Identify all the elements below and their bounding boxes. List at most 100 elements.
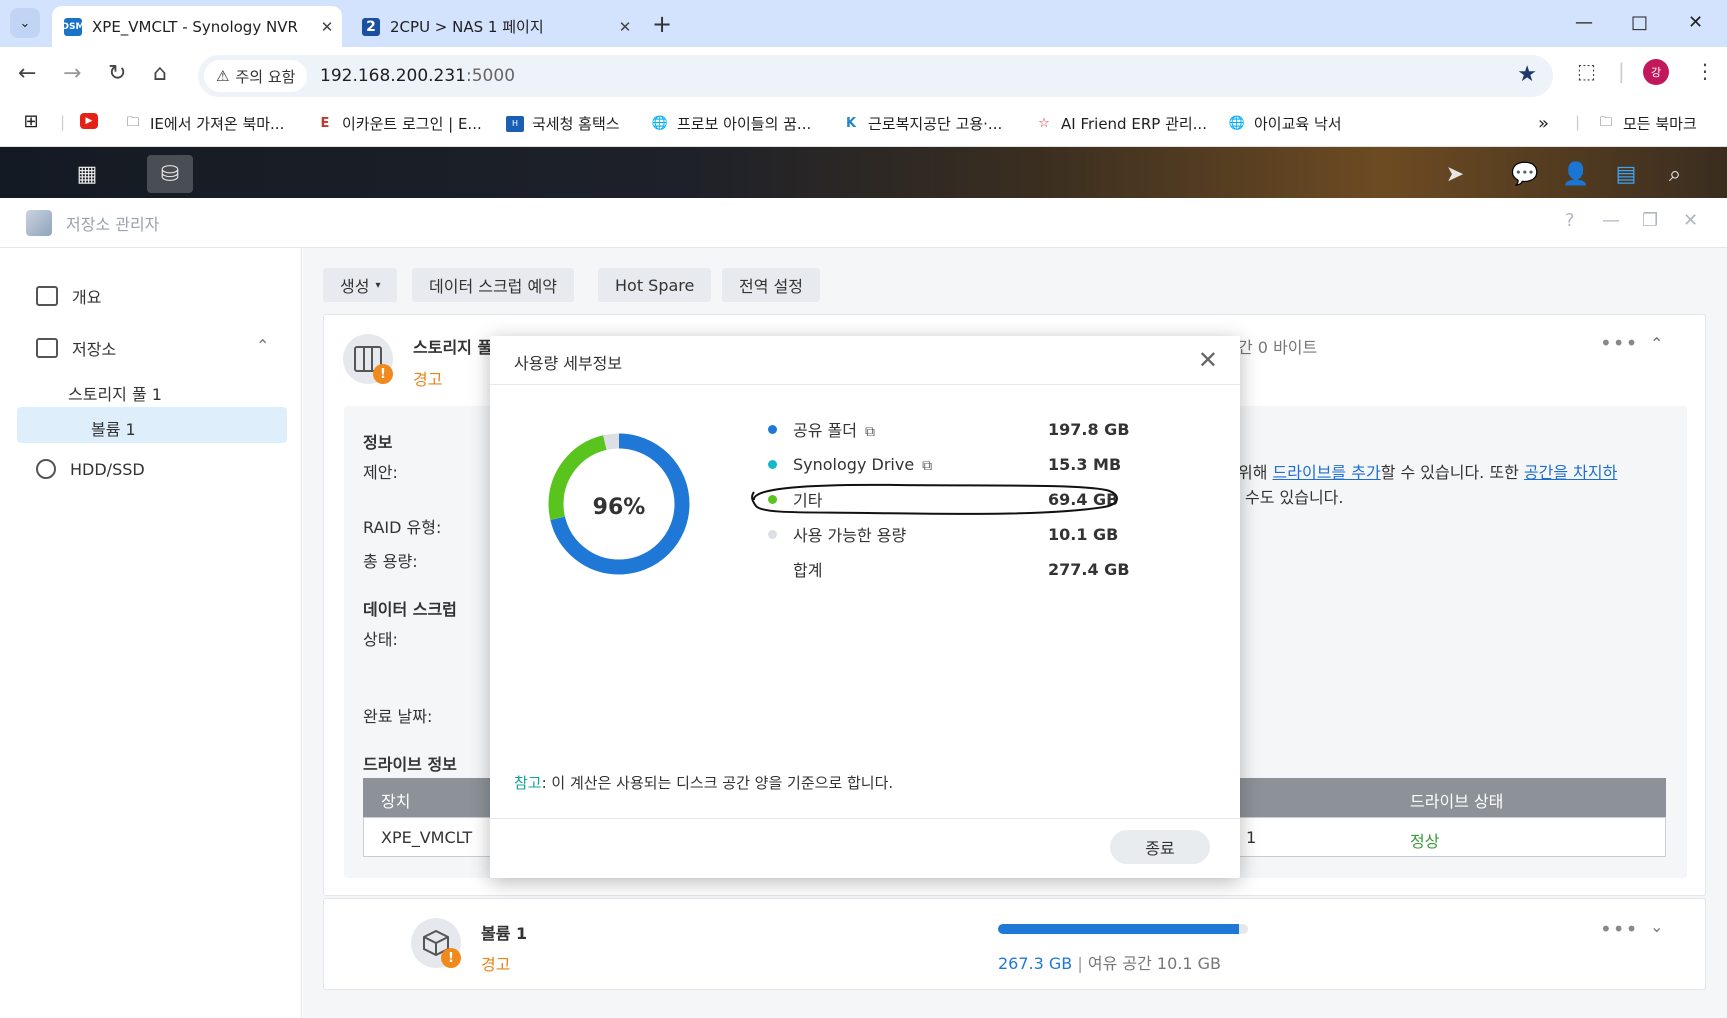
sidebar-item-volume[interactable]: 볼륨 1 (91, 416, 136, 440)
close-tab-icon[interactable]: ✕ (312, 18, 342, 36)
browser-tab-bar: ⌄ DSM XPE_VMCLT - Synology NVR ✕ 2 2CPU … (0, 0, 1727, 47)
all-bookmarks-button[interactable]: 🗀 모든 북마크 (1597, 113, 1696, 134)
bookmark-item[interactable]: E 이카운트 로그인 | E... (316, 113, 482, 134)
hot-spare-button[interactable]: Hot Spare (598, 268, 712, 302)
sidebar-item-hdd[interactable]: HDD/SSD (36, 459, 145, 479)
menu-kebab-icon[interactable]: ⋮ (1695, 59, 1715, 83)
dialog-divider (490, 384, 1240, 385)
tab-search-button[interactable]: ⌄ (10, 8, 40, 38)
data-scrub-heading: 데이터 스크럽 (363, 600, 457, 619)
bookmark-item[interactable]: H 국세청 홈택스 (506, 113, 620, 134)
legend-label: 공유 폴더 (793, 421, 857, 440)
note-text: : 이 계산은 사용되는 디스크 공간 양을 기준으로 합니다. (541, 774, 894, 792)
legend-dot (768, 565, 777, 574)
browser-toolbar: ← → ↻ ⌂ ⚠ 주의 요함 192.168.200.231:5000 ★ ⬚… (0, 47, 1727, 105)
more-options-icon[interactable]: ••• (1600, 331, 1638, 355)
url-host: 192.168.200.231 (320, 66, 467, 86)
main-menu-icon[interactable]: ▦ (64, 155, 110, 193)
security-warning-label: 주의 요함 (235, 67, 296, 86)
sidebar-item-storage-pool[interactable]: 스토리지 풀 1 (68, 381, 162, 405)
warning-icon: ! (441, 948, 461, 968)
external-link-icon[interactable]: ⧉ (865, 424, 875, 440)
raid-label: RAID 유형: (363, 518, 442, 537)
pool-title: 스토리지 풀 (413, 338, 493, 357)
bookmark-item[interactable]: ☆ AI Friend ERP 관리... (1035, 113, 1207, 134)
overview-icon (36, 286, 58, 306)
close-button[interactable]: 종료 (1110, 830, 1210, 864)
drive-number-cell: 1 (1246, 828, 1257, 847)
reload-icon[interactable]: ↻ (108, 61, 126, 86)
suggest-text-2: 할 수 있습니다. 또한 (1380, 463, 1519, 482)
address-bar[interactable]: ⚠ 주의 요함 192.168.200.231:5000 ★ (198, 55, 1553, 97)
bookmark-divider: | (60, 113, 66, 131)
minimize-icon[interactable]: — (1602, 210, 1620, 231)
sidebar-item-label: HDD/SSD (70, 459, 145, 479)
suggest-text-3: 수도 있습니다. (1245, 488, 1344, 507)
legend-label: 합계 (793, 561, 823, 580)
collapse-chevron-icon[interactable]: ⌃ (1650, 334, 1663, 353)
minimize-window-icon[interactable]: — (1575, 12, 1593, 33)
bookmark-item[interactable]: 🌐 아이교육 낙서 (1228, 113, 1342, 134)
search-icon[interactable]: ⌕ (1652, 155, 1698, 193)
close-icon[interactable]: ✕ (1683, 210, 1698, 231)
back-icon[interactable]: ← (18, 61, 36, 86)
note-key: 참고 (514, 774, 542, 792)
bookmark-item[interactable]: K 근로복지공단 고용·... (842, 113, 1002, 134)
folder-icon: 🗀 (1599, 114, 1613, 130)
restore-icon[interactable]: ❐ (1642, 210, 1658, 231)
forward-icon[interactable]: → (63, 61, 81, 86)
create-dropdown-button[interactable]: 생성 ▾ (323, 268, 398, 302)
widgets-icon[interactable]: ▤ (1603, 155, 1649, 193)
hand-drawn-ink-circle (751, 483, 1118, 515)
help-icon[interactable]: ? (1565, 210, 1575, 231)
global-settings-button[interactable]: 전역 설정 (722, 268, 820, 302)
extensions-icon[interactable]: ⬚ (1577, 59, 1596, 83)
suggest-label: 제안: (363, 463, 398, 482)
external-link-icon[interactable]: ⧉ (922, 458, 932, 474)
bookmark-label: 근로복지공단 고용·... (868, 115, 1003, 133)
sidebar-item-label: 저장소 (72, 340, 117, 359)
space-usage-link[interactable]: 공간을 차지하 (1524, 463, 1617, 482)
more-bookmarks-icon[interactable]: » (1538, 113, 1549, 134)
legend-name: 공유 폴더 ⧉ (793, 417, 1048, 441)
youtube-icon[interactable]: ▶ (80, 113, 106, 129)
notification-chat-icon[interactable]: 💬 (1502, 155, 1548, 193)
apps-icon[interactable]: ⊞ (22, 111, 48, 132)
maximize-window-icon[interactable]: □ (1631, 12, 1648, 33)
close-tab-icon[interactable]: ✕ (610, 18, 640, 36)
scrub-schedule-button[interactable]: 데이터 스크럽 예약 (412, 268, 574, 302)
legend-row-shared-folder: 공유 폴더 ⧉ 197.8 GB (768, 417, 1198, 441)
close-icon[interactable]: ✕ (1198, 346, 1218, 374)
browser-tab-active[interactable]: DSM XPE_VMCLT - Synology NVR ✕ (52, 6, 342, 47)
kcomwel-icon: K (845, 116, 857, 131)
profile-avatar[interactable]: 강 (1643, 59, 1669, 85)
pool-status: 경고 (413, 370, 443, 389)
drive-status-cell: 정상 (1410, 832, 1440, 851)
sidebar-item-overview[interactable]: 개요 (36, 284, 101, 308)
bookmark-item[interactable]: 🗀 IE에서 가져온 북마... (124, 113, 284, 134)
suggest-text: 위해 드라이브를 추가할 수 있습니다. 또한 공간을 차지하 (1238, 459, 1617, 483)
hotspare-label: Hot Spare (615, 275, 695, 295)
total-capacity-label: 총 용량: (363, 552, 418, 571)
browser-tab[interactable]: 2 2CPU > NAS 1 페이지 ✕ (350, 6, 640, 47)
bookmark-divider: | (1575, 113, 1581, 131)
legend-value: 10.1 GB (1048, 524, 1119, 544)
legend-row-synology-drive: Synology Drive ⧉ 15.3 MB (768, 452, 1198, 476)
expand-chevron-icon[interactable]: ⌄ (1650, 917, 1663, 936)
storage-manager-task-icon[interactable]: ⛁ (147, 155, 193, 193)
url-text[interactable]: 192.168.200.231:5000 (320, 66, 515, 86)
suggest-text-1: 위해 (1238, 463, 1268, 482)
security-warning-chip[interactable]: ⚠ 주의 요함 (204, 60, 308, 92)
close-window-icon[interactable]: ✕ (1688, 12, 1703, 33)
window-title-bar: 저장소 관리자 ? — ❐ ✕ (0, 198, 1727, 248)
add-drive-link[interactable]: 드라이브를 추가 (1273, 463, 1381, 482)
new-tab-button[interactable]: + (652, 10, 672, 38)
package-status-icon[interactable]: ➤ (1432, 155, 1478, 193)
collapse-chevron-icon[interactable]: ⌃ (256, 336, 269, 355)
user-icon[interactable]: 👤 (1553, 155, 1599, 193)
more-options-icon[interactable]: ••• (1600, 917, 1638, 941)
sidebar-item-storage[interactable]: 저장소 (36, 336, 116, 360)
home-icon[interactable]: ⌂ (153, 61, 167, 86)
bookmark-star-icon[interactable]: ★ (1517, 62, 1537, 87)
bookmark-item[interactable]: 🌐 프로보 아이들의 꿈... (651, 113, 811, 134)
